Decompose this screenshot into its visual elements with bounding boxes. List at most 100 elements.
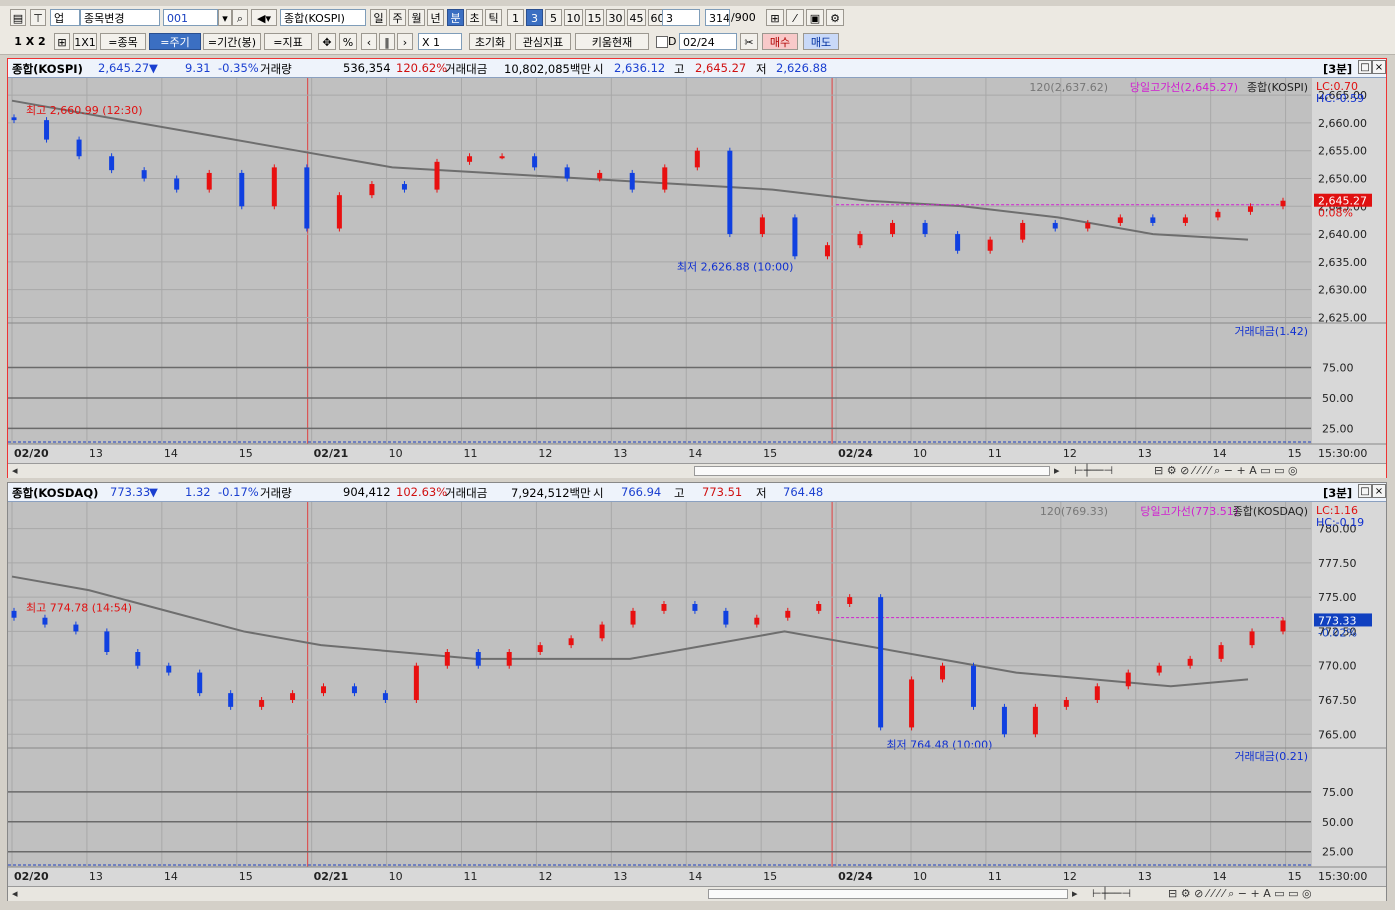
kosdaq-chart[interactable]: 780.00777.50775.00772.50770.00767.50765.… [8,502,1386,887]
save-icon[interactable]: ▣ [806,9,824,26]
zoom-select[interactable]: X 1 [418,33,462,50]
code-input[interactable]: 001 [163,9,218,26]
indicator-button[interactable]: =지표 [264,33,312,50]
tools-icon[interactable]: ⊟ ⚙ ⊘ ⁄ ⁄ ⁄ ⁄ ⌕ − + A ▭ ▭ ◎ [1154,464,1298,477]
date-input[interactable]: 02/24 [679,33,737,50]
period-month[interactable]: 월 [408,9,425,26]
close-icon[interactable]: × [1372,484,1386,498]
next-icon[interactable]: › [397,33,413,50]
minute-3[interactable]: 3 [526,9,543,26]
period-button[interactable]: =기간(봉) [203,33,261,50]
x-tick-label: 14 [164,447,178,460]
kiwoom-select[interactable]: 키움현재 [575,33,649,50]
period-day[interactable]: 일 [370,9,387,26]
x-tick-label: 12 [1063,870,1077,883]
candle-body [629,172,635,190]
period-second[interactable]: 초 [466,9,483,26]
minute-45[interactable]: 45 [627,9,646,26]
tool-icon[interactable]: ⊞ [766,9,784,26]
sound-icon[interactable]: ◀▾ [251,9,277,26]
scroll-thumb[interactable] [694,466,1050,476]
price-change: 1.32 [185,485,211,499]
candle-body [694,150,700,168]
candle-body [351,686,357,694]
x-tick-label: 02/20 [14,447,49,460]
grid-icon[interactable]: ⊞ [54,33,70,50]
y-tick-label: 2,640.00 [1318,228,1367,241]
restore-icon[interactable]: □ [1358,484,1372,498]
code-dropdown-icon[interactable]: ▾ [218,9,232,26]
trend-icon[interactable]: ⁄ [786,9,804,26]
candle-body [1001,706,1007,735]
gear-icon[interactable]: ⚙ [826,9,844,26]
candle-body [11,610,17,618]
x-tick-label: 10 [389,447,403,460]
percent-icon[interactable]: % [339,33,357,50]
candle-body [271,167,277,207]
restore-icon[interactable]: □ [1358,60,1372,74]
period-year[interactable]: 년 [427,9,444,26]
stock-name-field[interactable]: 종합(KOSPI) [280,9,366,26]
candle-body [987,239,993,251]
period-week[interactable]: 주 [389,9,406,26]
high-label: 고 [674,62,685,76]
count-max: /900 [731,11,756,24]
x-tick-label: 13 [1138,447,1152,460]
close-icon[interactable]: × [1372,60,1386,74]
date-label: D [668,35,677,48]
pause-icon[interactable]: ‖ [379,33,395,50]
candle-body [564,167,570,179]
low-price: 764.48 [783,485,824,499]
x-tick-label: 11 [988,870,1002,883]
count-input[interactable]: 314 [705,9,730,26]
reset-button[interactable]: 초기화 [469,33,511,50]
minute-30[interactable]: 30 [606,9,625,26]
kospi-chart[interactable]: 2,665.002,660.002,655.002,650.002,645.00… [8,78,1386,464]
change-rate: -0.17% [218,485,259,499]
period-tick[interactable]: 틱 [485,9,502,26]
minute-5[interactable]: 5 [545,9,562,26]
scissors-icon[interactable]: ✂ [740,33,758,50]
candle-body [1150,217,1156,223]
zoom-slider-icon[interactable]: ⊢┼──⊣ [1092,887,1131,900]
layout-1x1[interactable]: 1X1 [73,33,97,50]
candle-body [890,222,896,235]
minute-1[interactable]: 1 [507,9,524,26]
candle-body [1280,200,1286,207]
amount: 7,924,512백만 [511,486,591,500]
scroll-right-icon[interactable]: ▸ [1072,887,1078,900]
item-button[interactable]: =종목 [100,33,146,50]
scroll-left-icon[interactable]: ◂ [12,464,18,477]
low-price: 2,626.88 [776,61,828,75]
zoom-slider-icon[interactable]: ⊢┼──⊣ [1074,464,1113,477]
change-item-select[interactable]: 종목변경 [80,9,160,26]
prev-icon[interactable]: ‹ [361,33,377,50]
period-minute[interactable]: 분 [447,9,464,26]
candle-body [1020,222,1026,240]
scroll-thumb[interactable] [708,889,1068,899]
watch-indicator-button[interactable]: 관심지표 [515,33,571,50]
low-label: 저 [756,62,767,76]
layout-icon[interactable]: ▤ [10,9,26,26]
crosshair-icon[interactable]: ✥ [318,33,336,50]
minute-10[interactable]: 10 [564,9,583,26]
scroll-left-icon[interactable]: ◂ [12,887,18,900]
sell-button[interactable]: 매도 [803,33,839,50]
open-label: 시 [593,62,604,76]
market-select[interactable]: 업 [50,9,80,26]
count-select[interactable]: 3 [662,9,700,26]
candle-body [1218,645,1224,659]
search-icon[interactable]: ⌕ [232,9,248,26]
pin-icon[interactable]: ⊤ [30,9,46,26]
panel-header: 종합(KOSPI) 2,645.27 ▼ 9.31 -0.35% 거래량 536… [8,59,1386,78]
layout-1x2[interactable]: 1 X 2 [10,33,50,50]
stock-name: 종합(KOSPI) [12,62,83,76]
buy-button[interactable]: 매수 [762,33,798,50]
tools-icon[interactable]: ⊟ ⚙ ⊘ ⁄ ⁄ ⁄ ⁄ ⌕ − + A ▭ ▭ ◎ [1168,887,1312,900]
scroll-right-icon[interactable]: ▸ [1054,464,1060,477]
minute-15[interactable]: 15 [585,9,604,26]
cycle-button[interactable]: =주기 [149,33,201,50]
max-note: 최고 2,660.99 (12:30) [26,104,143,117]
x-tick-label: 13 [613,447,627,460]
date-checkbox[interactable] [656,36,668,48]
